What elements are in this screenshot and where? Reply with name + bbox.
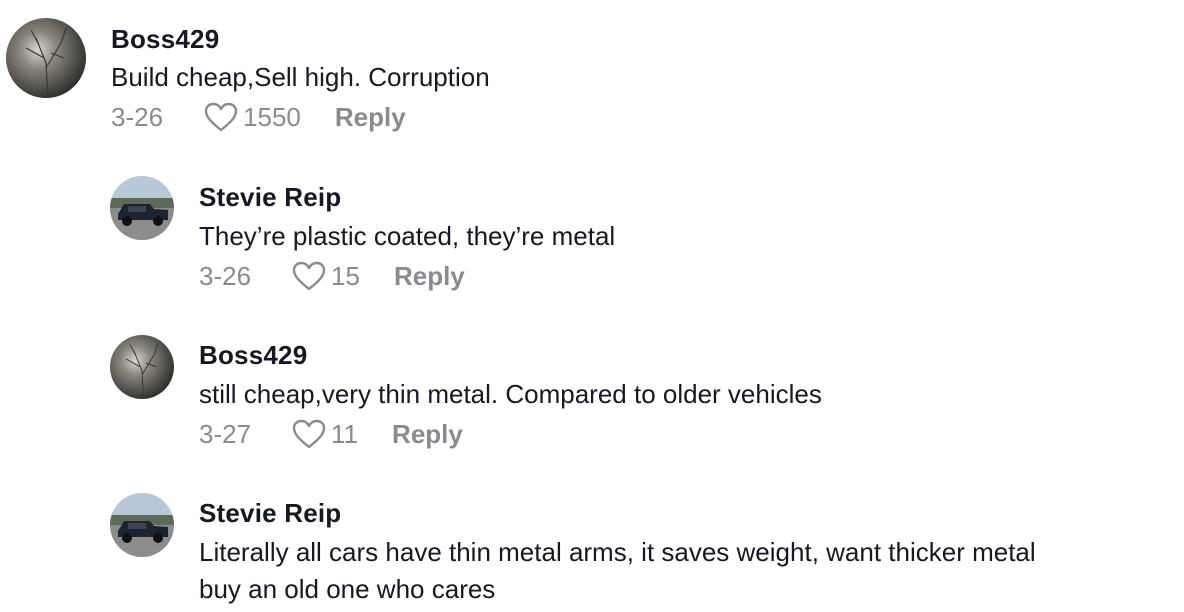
reply-button[interactable]: Reply	[392, 419, 463, 450]
avatar[interactable]	[6, 18, 86, 98]
comment-text: They’re plastic coated, they’re metal	[199, 221, 616, 251]
heart-icon	[292, 419, 326, 449]
like-count: 1550	[243, 101, 301, 132]
comment-username[interactable]: Stevie Reip	[199, 182, 341, 213]
night-tree-avatar-icon	[110, 335, 174, 399]
heart-icon	[292, 261, 326, 291]
comment-item: Stevie Reip Literally all cars have thin…	[0, 476, 1184, 612]
comment-date: 3-27	[199, 418, 252, 449]
like-button[interactable]: 11	[291, 418, 358, 450]
avatar[interactable]	[110, 335, 174, 399]
avatar[interactable]	[110, 176, 174, 240]
comment-date: 3-26	[111, 101, 164, 132]
reply-button[interactable]: Reply	[335, 102, 406, 133]
comment-username[interactable]: Stevie Reip	[199, 498, 341, 529]
heart-icon	[204, 102, 238, 132]
comment-item: Boss429 Build cheap,Sell high. Corruptio…	[0, 0, 1184, 150]
comment-username[interactable]: Boss429	[199, 340, 307, 371]
comment-meta: 3-27 11 Reply	[199, 418, 463, 450]
comment-text: still cheap,very thin metal. Compared to…	[199, 379, 822, 409]
comment-text-line: Literally all cars have thin metal arms,…	[199, 537, 1036, 567]
comment-date: 3-26	[199, 260, 252, 291]
truck-avatar-icon	[110, 176, 174, 240]
comment-meta: 3-26 15 Reply	[199, 260, 465, 292]
like-button[interactable]: 1550	[203, 101, 301, 133]
like-count: 15	[331, 260, 360, 291]
reply-button[interactable]: Reply	[394, 261, 465, 292]
night-tree-avatar-icon	[6, 18, 86, 98]
comment-text: Build cheap,Sell high. Corruption	[111, 62, 490, 92]
like-button[interactable]: 15	[291, 260, 360, 292]
comment-username[interactable]: Boss429	[111, 24, 219, 55]
comment-text-line: buy an old one who cares	[199, 574, 496, 604]
comment-item: Boss429 still cheap,very thin metal. Com…	[0, 318, 1184, 468]
comment-meta: 3-26 1550 Reply	[111, 101, 406, 133]
like-count: 11	[331, 418, 359, 449]
comment-item: Stevie Reip They’re plastic coated, they…	[0, 160, 1184, 310]
avatar[interactable]	[110, 493, 174, 557]
truck-avatar-icon	[110, 493, 174, 557]
